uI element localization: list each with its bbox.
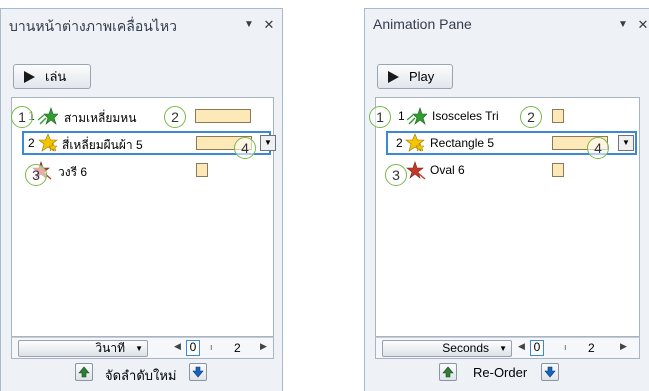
play-button-label: เล่น xyxy=(45,69,67,84)
item-label: Rectangle 5 xyxy=(430,136,495,150)
timeline-right-arrow-icon[interactable]: ▶ xyxy=(620,341,627,352)
move-down-button[interactable] xyxy=(189,363,207,381)
move-up-button[interactable] xyxy=(75,363,93,381)
item-number: 2 xyxy=(396,136,403,150)
play-button[interactable]: Play xyxy=(377,64,453,89)
animation-pane-thai: บานหน้าต่างภาพเคลื่อนไหว ▼ ✕ เล่น 1 สามเ… xyxy=(0,8,283,391)
item-number: 2 xyxy=(28,136,35,150)
entrance-star-icon xyxy=(38,107,58,125)
arrow-up-icon xyxy=(78,366,90,378)
seconds-label: วินาที xyxy=(95,341,125,355)
seconds-dropdown[interactable]: Seconds ▼ xyxy=(382,340,512,357)
chevron-down-icon: ▼ xyxy=(135,344,143,353)
animation-list: 1 Isosceles Tri 2 Rectangle 5 ▼ Oval 6 xyxy=(375,97,640,337)
close-icon[interactable]: ✕ xyxy=(635,16,649,34)
reorder-bar: จัดลำดับใหม่ xyxy=(1,361,282,385)
animation-pane-english: Animation Pane ▼ ✕ Play 1 Isosceles Tri … xyxy=(364,8,649,391)
chevron-down-icon: ▼ xyxy=(499,344,507,353)
pane-options-dropdown-icon[interactable]: ▼ xyxy=(241,16,257,34)
callout-4: 4 xyxy=(587,137,609,159)
callout-3: 3 xyxy=(25,164,47,186)
exit-star-icon xyxy=(406,161,426,180)
play-button[interactable]: เล่น xyxy=(13,64,91,89)
timeline: Seconds ▼ ◀ 0 ı 2 ▶ xyxy=(375,337,640,359)
play-triangle-icon xyxy=(388,70,399,83)
pane-title: บานหน้าต่างภาพเคลื่อนไหว xyxy=(9,18,177,34)
entrance-star-icon xyxy=(407,107,427,125)
item-label: สามเหลี่ยมหน xyxy=(64,111,137,125)
emphasis-star-icon xyxy=(405,133,425,152)
chevron-down-icon[interactable]: ▼ xyxy=(260,135,276,151)
animation-item[interactable]: 1 สามเหลี่ยมหน xyxy=(12,104,273,128)
animation-item[interactable]: Oval 6 xyxy=(376,158,639,182)
reorder-label: จัดลำดับใหม่ xyxy=(105,368,177,383)
timing-bar[interactable] xyxy=(196,163,208,177)
item-label: วงรี 6 xyxy=(58,165,88,179)
pane-options-dropdown-icon[interactable]: ▼ xyxy=(615,16,631,34)
item-label: Isosceles Tri xyxy=(432,109,499,123)
timeline-zero: 0 xyxy=(186,340,200,356)
item-number: 1 xyxy=(398,109,405,123)
timeline-right-arrow-icon[interactable]: ▶ xyxy=(260,341,267,352)
seconds-label: Seconds xyxy=(442,341,489,355)
reorder-bar: Re-Order xyxy=(365,361,649,385)
callout-2: 2 xyxy=(164,106,186,128)
timeline-two: 2 xyxy=(234,341,241,355)
item-label: สี่เหลี่ยมผืนผ้า 5 xyxy=(62,138,143,152)
timeline-left-arrow-icon[interactable]: ◀ xyxy=(518,341,525,352)
animation-item[interactable]: วงรี 6 xyxy=(12,158,273,182)
callout-2: 2 xyxy=(520,106,542,128)
timeline: วินาที ▼ ◀ 0 ı 2 ▶ xyxy=(11,337,274,359)
arrow-up-icon xyxy=(442,366,454,378)
timeline-left-arrow-icon[interactable]: ◀ xyxy=(174,341,181,352)
arrow-down-icon xyxy=(544,366,556,378)
seconds-dropdown[interactable]: วินาที ▼ xyxy=(18,340,148,357)
pane-header: บานหน้าต่างภาพเคลื่อนไหว ▼ ✕ xyxy=(1,9,282,41)
pane-title: Animation Pane xyxy=(373,16,472,32)
play-triangle-icon xyxy=(24,70,35,83)
callout-1: 1 xyxy=(11,106,33,128)
callout-1: 1 xyxy=(369,106,391,128)
timeline-two: 2 xyxy=(588,341,595,355)
callout-3: 3 xyxy=(385,164,407,186)
move-down-button[interactable] xyxy=(541,363,559,381)
play-button-label: Play xyxy=(409,69,435,84)
timing-bar[interactable] xyxy=(552,109,564,123)
timeline-zero: 0 xyxy=(530,340,544,356)
close-icon[interactable]: ✕ xyxy=(261,16,277,34)
timeline-tick: ı xyxy=(564,342,567,352)
timeline-tick: ı xyxy=(210,342,213,352)
animation-item[interactable]: 1 Isosceles Tri xyxy=(376,104,639,128)
move-up-button[interactable] xyxy=(439,363,457,381)
callout-4: 4 xyxy=(234,137,256,159)
item-label: Oval 6 xyxy=(430,163,465,177)
animation-list: 1 สามเหลี่ยมหน 2 สี่เหลี่ยมผืนผ้า 5 ▼ xyxy=(11,97,276,337)
timing-bar[interactable] xyxy=(552,163,564,177)
pane-header: Animation Pane ▼ ✕ xyxy=(365,9,649,41)
chevron-down-icon[interactable]: ▼ xyxy=(618,135,634,151)
arrow-down-icon xyxy=(192,366,204,378)
reorder-label: Re-Order xyxy=(473,365,528,380)
emphasis-star-icon xyxy=(38,133,58,152)
timing-bar[interactable] xyxy=(195,109,251,123)
